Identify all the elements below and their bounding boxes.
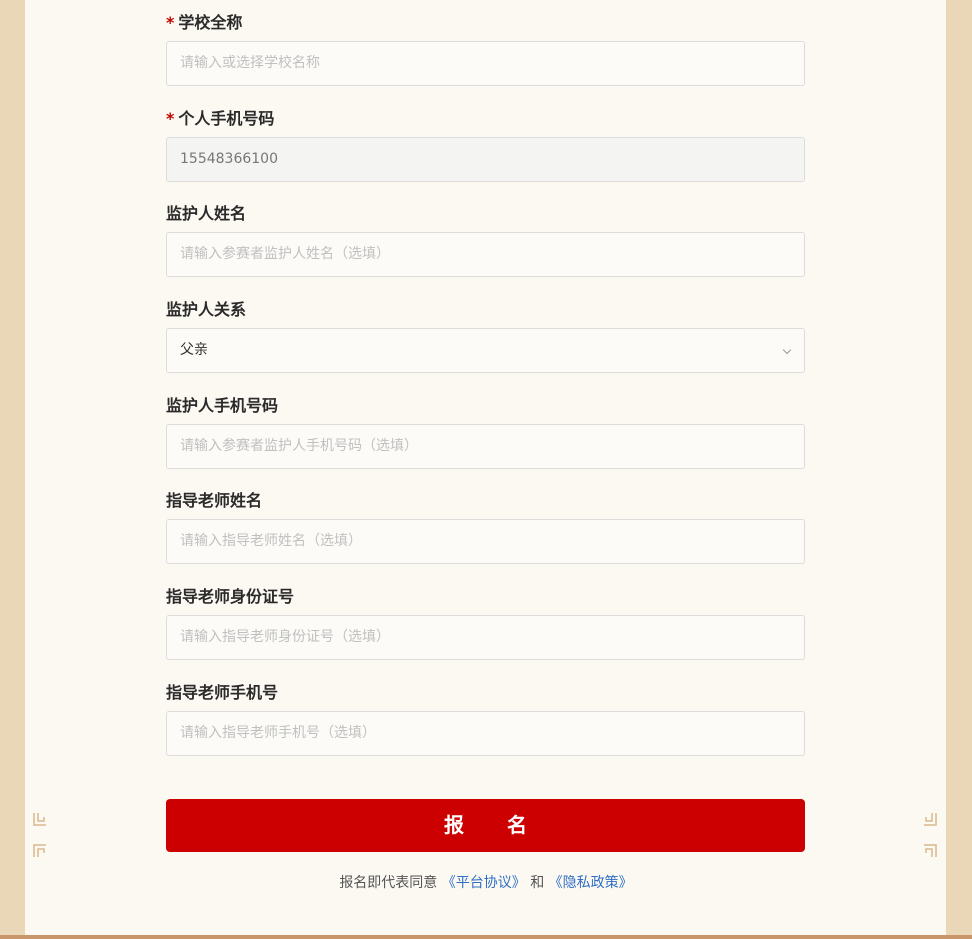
required-mark: * [166,109,175,128]
right-fret-ornament-icon [924,813,937,857]
guardian-relation-value: 父亲 [180,342,208,358]
school-name-placeholder: 请输入或选择学校名称 [180,55,320,71]
teacher-name-placeholder: 请输入指导老师姓名（选填） [180,533,362,549]
personal-phone-value: 15548366100 [180,151,278,167]
teacher-name-input[interactable]: 请输入指导老师姓名（选填） [166,519,805,564]
label-school-name: * 学校全称 [166,13,243,32]
teacher-id-input[interactable]: 请输入指导老师身份证号（选填） [166,615,805,660]
teacher-id-placeholder: 请输入指导老师身份证号（选填） [180,629,390,645]
agreement-prefix: 报名即代表同意 [339,875,438,891]
label-guardian-relation: 监护人关系 [166,300,247,319]
left-fret-ornament-icon [33,813,46,857]
register-button[interactable]: 报 名 [166,799,805,852]
label-personal-phone: * 个人手机号码 [166,109,275,128]
guardian-phone-placeholder: 请输入参赛者监护人手机号码（选填） [180,438,418,454]
label-teacher-name: 指导老师姓名 [166,491,263,510]
privacy-policy-link[interactable]: 《隐私政策》 [549,875,633,891]
guardian-name-placeholder: 请输入参赛者监护人姓名（选填） [180,246,390,262]
teacher-phone-input[interactable]: 请输入指导老师手机号（选填） [166,711,805,756]
agreement-text: 报名即代表同意 《平台协议》 和 《隐私政策》 [0,873,972,893]
school-name-input[interactable]: 请输入或选择学校名称 [166,41,805,86]
teacher-phone-placeholder: 请输入指导老师手机号（选填） [180,725,376,741]
label-guardian-phone: 监护人手机号码 [166,396,279,415]
guardian-phone-input[interactable]: 请输入参赛者监护人手机号码（选填） [166,424,805,469]
bottom-border-strip [0,935,972,939]
required-mark: * [166,13,175,32]
label-teacher-phone: 指导老师手机号 [166,683,279,702]
agreement-conjunction: 和 [530,875,545,891]
chevron-down-icon [782,345,792,355]
guardian-name-input[interactable]: 请输入参赛者监护人姓名（选填） [166,232,805,277]
personal-phone-input: 15548366100 [166,137,805,182]
label-teacher-id: 指导老师身份证号 [166,587,295,606]
label-guardian-name: 监护人姓名 [166,204,247,223]
guardian-relation-select[interactable]: 父亲 [166,328,805,373]
platform-agreement-link[interactable]: 《平台协议》 [442,875,526,891]
